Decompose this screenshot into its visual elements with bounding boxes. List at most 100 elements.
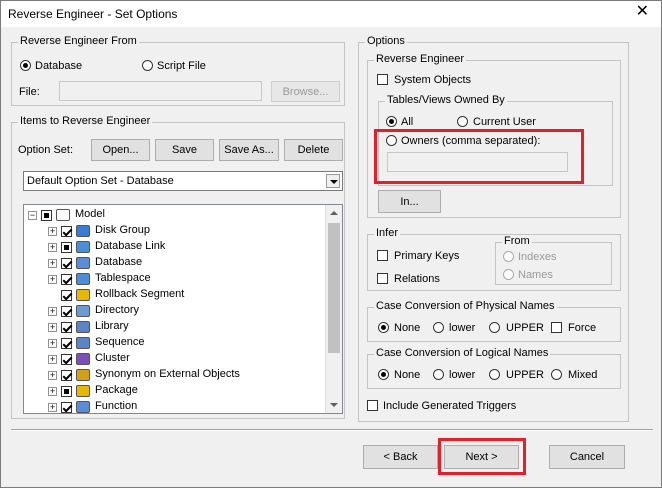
tree-item[interactable]: + Library <box>24 319 324 335</box>
open-button[interactable]: Open... <box>91 139 150 161</box>
expand-icon[interactable]: + <box>48 387 57 396</box>
rollback-segment-icon <box>76 289 90 301</box>
system-objects-label: System Objects <box>394 74 472 86</box>
tree-item-checkbox[interactable] <box>61 354 72 365</box>
tree-item[interactable]: + Synonym on External Objects <box>24 367 324 383</box>
save-as-button[interactable]: Save As... <box>219 139 279 161</box>
expand-icon[interactable]: + <box>48 227 57 236</box>
logical-lower-radio[interactable] <box>433 369 444 380</box>
option-set-label: Option Set: <box>18 144 74 156</box>
cluster-icon <box>76 353 90 365</box>
tree-item[interactable]: + Disk Group <box>24 223 324 239</box>
physical-force-checkbox[interactable] <box>551 322 562 333</box>
tree-item[interactable]: + Function <box>24 399 324 413</box>
tree-item-checkbox[interactable] <box>61 338 72 349</box>
tree-item-checkbox[interactable] <box>61 402 72 413</box>
group-title: Reverse Engineer <box>374 53 467 65</box>
infer-from-names-radio[interactable] <box>503 269 514 280</box>
option-set-select[interactable]: Default Option Set - Database <box>23 171 343 191</box>
tree-item-checkbox[interactable] <box>61 322 72 333</box>
cancel-button[interactable]: Cancel <box>549 445 625 469</box>
tree-item[interactable]: + Sequence <box>24 335 324 351</box>
logical-upper-radio[interactable] <box>489 369 500 380</box>
window-title: Reverse Engineer - Set Options <box>8 7 178 21</box>
physical-lower-radio[interactable] <box>433 322 444 333</box>
browse-button[interactable]: Browse... <box>271 81 340 102</box>
package-icon <box>76 385 90 397</box>
close-icon[interactable]: ✕ <box>636 4 649 20</box>
tree-item-checkbox[interactable] <box>61 290 72 301</box>
script-file-radio[interactable] <box>142 60 153 71</box>
group-title: Items to Reverse Engineer <box>18 115 153 127</box>
tree-item[interactable]: Rollback Segment <box>24 287 324 303</box>
database-radio[interactable] <box>20 60 31 71</box>
tree-item-checkbox[interactable] <box>61 306 72 317</box>
tree-item-checkbox[interactable] <box>61 370 72 381</box>
owned-by-current-user-radio[interactable] <box>457 116 468 127</box>
tree-item-checkbox[interactable] <box>61 242 72 253</box>
owned-by-all-radio[interactable] <box>386 116 397 127</box>
logical-upper-label: UPPER <box>506 369 544 381</box>
tree-item[interactable]: + Directory <box>24 303 324 319</box>
synonym-icon <box>76 369 90 381</box>
expand-icon[interactable]: + <box>48 275 57 284</box>
tree-item-checkbox[interactable] <box>41 210 52 221</box>
group-title: Options <box>365 35 407 47</box>
expand-icon[interactable]: + <box>48 259 57 268</box>
tree-item-label: Function <box>95 400 138 412</box>
physical-upper-radio[interactable] <box>489 322 500 333</box>
group-title: Case Conversion of Logical Names <box>374 347 551 359</box>
script-file-label: Script File <box>157 60 206 72</box>
delete-button[interactable]: Delete <box>284 139 343 161</box>
tree-item-label: Database Link <box>95 240 166 252</box>
file-path-input[interactable] <box>59 81 262 101</box>
include-generated-triggers-label: Include Generated Triggers <box>383 400 517 412</box>
tree-item[interactable]: − Model <box>24 207 324 223</box>
relations-checkbox[interactable] <box>377 273 388 284</box>
tree-item-checkbox[interactable] <box>61 274 72 285</box>
group-title: Infer <box>374 227 401 239</box>
expand-icon[interactable]: + <box>48 307 57 316</box>
tree-item-checkbox[interactable] <box>61 258 72 269</box>
tree-item[interactable]: + Cluster <box>24 351 324 367</box>
tree-item[interactable]: + Tablespace <box>24 271 324 287</box>
tree-item[interactable]: + Package <box>24 383 324 399</box>
tree-item[interactable]: + Database Link <box>24 239 324 255</box>
tree-item-label: Library <box>95 320 129 332</box>
expand-icon[interactable]: + <box>48 339 57 348</box>
back-button[interactable]: < Back <box>363 445 438 469</box>
sequence-icon <box>76 337 90 349</box>
tree-item-checkbox[interactable] <box>61 386 72 397</box>
include-generated-triggers-checkbox[interactable] <box>367 400 378 411</box>
system-objects-checkbox[interactable] <box>377 74 388 85</box>
collapse-icon[interactable]: − <box>28 211 37 220</box>
logical-none-radio[interactable] <box>378 369 389 380</box>
expand-icon[interactable]: + <box>48 371 57 380</box>
in-button[interactable]: In... <box>378 190 441 213</box>
chevron-down-icon[interactable] <box>326 174 340 188</box>
scroll-up-icon[interactable] <box>330 211 338 215</box>
scroll-thumb[interactable] <box>328 223 340 353</box>
expand-icon[interactable]: + <box>48 355 57 364</box>
expand-icon[interactable]: + <box>48 403 57 412</box>
logical-mixed-radio[interactable] <box>551 369 562 380</box>
group-title: Reverse Engineer From <box>18 35 139 47</box>
scroll-down-icon[interactable] <box>330 403 338 407</box>
relations-label: Relations <box>394 273 440 285</box>
expand-icon[interactable]: + <box>48 323 57 332</box>
tree-item[interactable]: + Database <box>24 255 324 271</box>
save-button[interactable]: Save <box>155 139 214 161</box>
owners-highlight <box>374 129 584 184</box>
database-icon <box>76 257 90 269</box>
infer-from-indexes-radio[interactable] <box>503 251 514 262</box>
logical-lower-label: lower <box>449 369 476 381</box>
object-tree[interactable]: + Function + Package + Synonym on External Ob… <box>23 204 343 414</box>
expand-icon[interactable]: + <box>48 243 57 252</box>
tablespace-icon <box>76 273 90 285</box>
primary-keys-checkbox[interactable] <box>377 250 388 261</box>
tree-item-label: Rollback Segment <box>95 288 185 300</box>
primary-keys-label: Primary Keys <box>394 250 460 262</box>
tree-scrollbar[interactable] <box>325 205 342 413</box>
tree-item-checkbox[interactable] <box>61 226 72 237</box>
physical-none-radio[interactable] <box>378 322 389 333</box>
